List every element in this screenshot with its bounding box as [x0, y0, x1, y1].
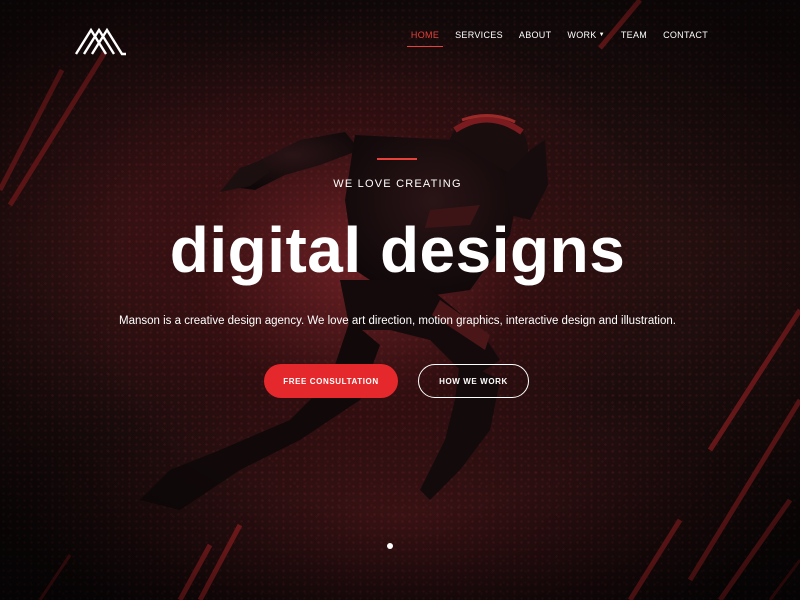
nav-item-contact[interactable]: CONTACT: [655, 28, 716, 48]
nav-item-team[interactable]: TEAM: [613, 28, 655, 48]
nav-item-about[interactable]: ABOUT: [511, 28, 560, 48]
nav-item-work[interactable]: WORK ▼: [559, 28, 612, 48]
hero-section: HOME SERVICES ABOUT WORK ▼ TEAM CONTACT W…: [0, 0, 800, 600]
hero-headline: digital designs: [169, 214, 626, 286]
main-navigation: HOME SERVICES ABOUT WORK ▼ TEAM CONTACT: [403, 28, 716, 48]
hero-tagline: Manson is a creative design agency. We l…: [119, 315, 676, 327]
nav-item-label: TEAM: [620, 30, 648, 40]
nav-item-services[interactable]: SERVICES: [447, 28, 511, 48]
active-indicator: [406, 46, 444, 47]
mountain-logo-icon[interactable]: [74, 24, 128, 56]
nav-item-label: ABOUT: [518, 30, 552, 40]
button-label: HOW WE WORK: [439, 376, 508, 386]
caret-down-icon: ▼: [598, 32, 605, 38]
nav-item-label: WORK: [567, 30, 597, 40]
nav-item-label: CONTACT: [663, 30, 708, 40]
nav-item-label: HOME: [410, 30, 440, 40]
slider-dot[interactable]: [387, 543, 393, 549]
how-we-work-button[interactable]: HOW WE WORK: [418, 364, 529, 398]
free-consultation-button[interactable]: FREE CONSULTATION: [264, 364, 398, 398]
nav-item-label: SERVICES: [455, 30, 503, 40]
nav-item-home[interactable]: HOME: [403, 28, 447, 48]
hero-eyebrow: WE LOVE CREATING: [333, 178, 462, 190]
hero-accent-line: [377, 158, 417, 160]
vignette-overlay: [0, 0, 800, 600]
button-label: FREE CONSULTATION: [283, 376, 379, 386]
